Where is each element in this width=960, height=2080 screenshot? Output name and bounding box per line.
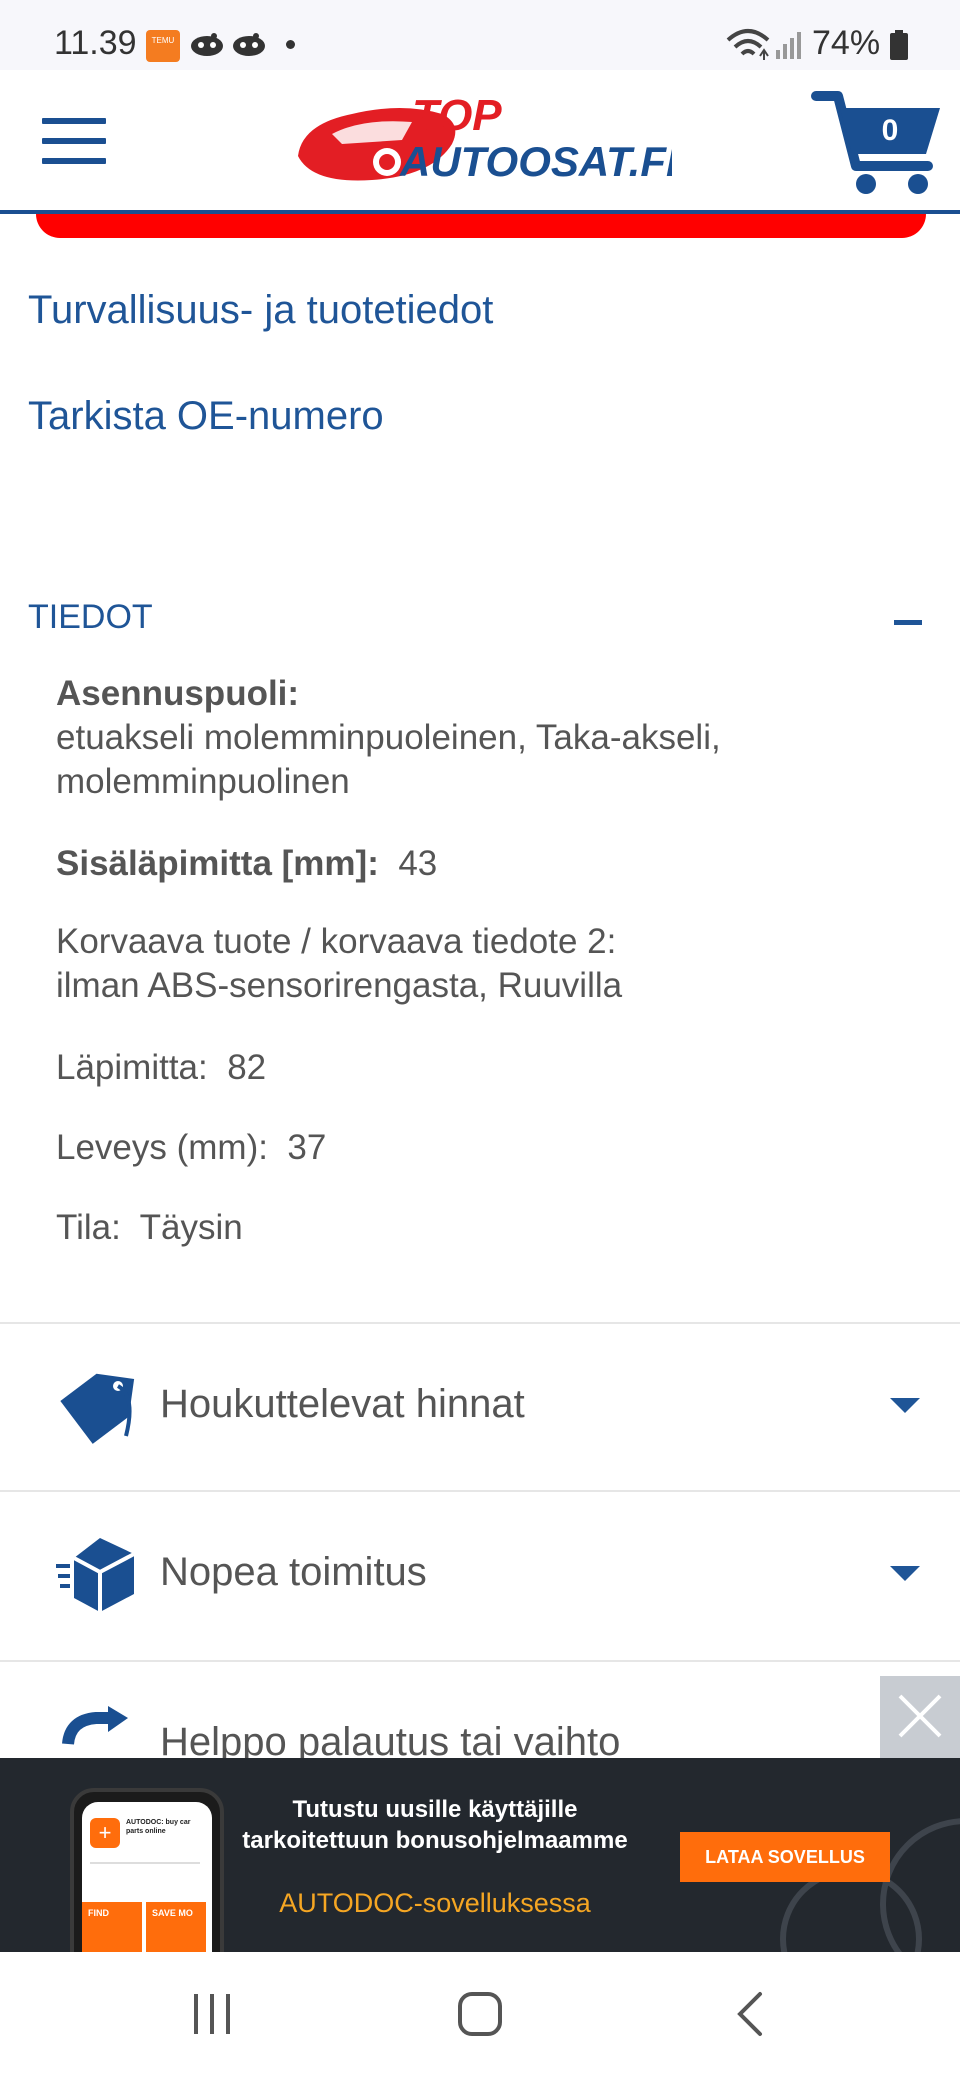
phone-tile: SAVE MO (146, 1902, 206, 1952)
site-header: TOP AUTOOSAT.FI 0 (0, 70, 960, 214)
red-action-button-edge[interactable] (36, 214, 926, 238)
battery-percent: 74% (812, 24, 881, 62)
menu-bar (42, 158, 106, 164)
tyre-decoration (880, 1818, 960, 1952)
spec-label: Sisäläpimitta [mm]: (56, 844, 379, 883)
cart-button[interactable]: 0 (810, 84, 946, 198)
feature-label: Nopea toimitus (160, 1550, 427, 1594)
battery-icon (890, 30, 908, 60)
spec-value: 82 (227, 1048, 267, 1087)
more-notifications-dot (286, 40, 295, 49)
spec-width: Leveys (mm): 37 (56, 1126, 916, 1170)
spec-label: Läpimitta: (56, 1048, 208, 1087)
menu-bar (42, 118, 106, 124)
spec-label: Korvaava tuote / korvaava tiedote 2: (56, 922, 617, 961)
spec-mounting-side: Asennuspuoli: etuakseli molemminpuoleine… (56, 672, 916, 804)
phone-app-title: AUTODOC: buy car parts online (126, 1819, 191, 1835)
oe-number-check-link[interactable]: Tarkista OE-numero (28, 394, 384, 439)
spec-value: Täysin (139, 1208, 243, 1247)
home-icon[interactable] (456, 1990, 504, 2038)
status-time: 11.39 (54, 24, 137, 62)
status-bar: 11.39 TEMU 74% (0, 0, 960, 70)
spec-label: Tila: (56, 1208, 121, 1247)
spec-replacement-info: Korvaava tuote / korvaava tiedote 2: ilm… (56, 920, 916, 1008)
close-banner-button[interactable] (880, 1676, 960, 1758)
spec-value: etuakseli molemminpuoleinen, Taka-akseli… (56, 718, 721, 801)
logo-text-brand: AUTOOSAT.FI (399, 138, 672, 185)
wifi-icon (726, 29, 770, 60)
safety-info-link[interactable]: Turvallisuus- ja tuotetiedot (28, 288, 493, 333)
signal-icon (776, 32, 801, 59)
spec-value: 37 (287, 1128, 327, 1167)
spec-label: Asennuspuoli: (56, 674, 300, 713)
logo-text-top: TOP (412, 91, 502, 140)
spec-value: ilman ABS-sensorirengasta, Ruuvilla (56, 966, 623, 1005)
banner-subline: AUTODOC-sovelluksessa (279, 1888, 591, 1918)
menu-bar (42, 138, 106, 144)
price-tag-icon (60, 1373, 135, 1444)
chevron-down-icon (890, 1398, 920, 1413)
fast-delivery-box-icon (56, 1538, 135, 1612)
temu-notification-icon: TEMU (146, 30, 180, 62)
notification-app-icon (233, 33, 265, 56)
download-app-button[interactable]: LATAA SOVELLUS (680, 1832, 890, 1882)
cart-count-badge: 0 (882, 114, 899, 147)
phone-screen: + AUTODOC: buy car parts online FIND SAV… (82, 1802, 212, 1952)
phone-tile: FIND (82, 1902, 142, 1952)
banner-headline: Tutustu uusille käyttäjille tarkoitettuu… (242, 1796, 628, 1854)
spec-label: Leveys (mm): (56, 1128, 268, 1167)
spec-inner-diameter: Sisäläpimitta [mm]: 43 (56, 842, 916, 886)
spec-condition: Tila: Täysin (56, 1206, 916, 1250)
menu-button[interactable] (42, 118, 106, 166)
feature-label: Houkuttelevat hinnat (160, 1382, 525, 1426)
phone-divider (90, 1862, 200, 1864)
close-icon (898, 1694, 942, 1738)
collapse-minus-icon[interactable] (894, 620, 922, 625)
feature-attractive-prices[interactable]: Houkuttelevat hinnat (0, 1324, 960, 1490)
spec-value: 43 (398, 844, 438, 883)
phone-mockup: + AUTODOC: buy car parts online FIND SAV… (70, 1788, 224, 1952)
back-icon[interactable] (734, 1990, 766, 2038)
system-nav-bar (0, 1952, 960, 2080)
notification-app-icon (191, 33, 223, 56)
details-section-title[interactable]: TIEDOT (28, 598, 153, 637)
recent-apps-icon[interactable] (190, 1992, 234, 2036)
app-logo-icon: + (90, 1818, 120, 1848)
site-logo[interactable]: TOP AUTOOSAT.FI (292, 84, 672, 194)
feature-fast-delivery[interactable]: Nopea toimitus (0, 1492, 960, 1658)
chevron-down-icon (890, 1566, 920, 1581)
spec-diameter: Läpimitta: 82 (56, 1046, 916, 1090)
app-promo-banner[interactable]: + AUTODOC: buy car parts online FIND SAV… (0, 1758, 960, 1952)
